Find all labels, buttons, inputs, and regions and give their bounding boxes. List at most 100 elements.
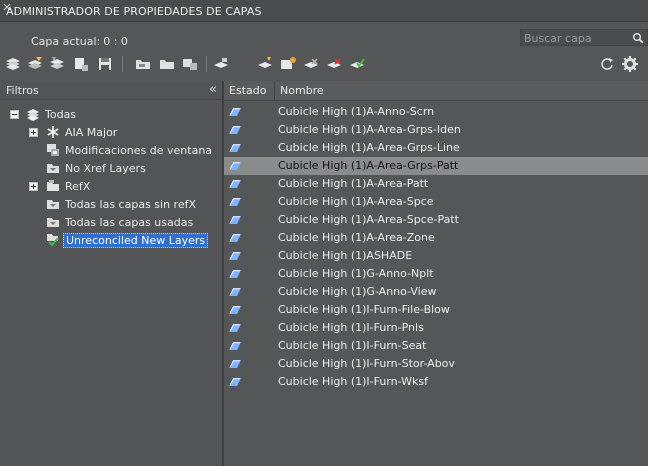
collapse-panel-icon[interactable]: « (209, 82, 217, 97)
tree-item-label: Todas las capas sin refX (65, 198, 197, 211)
layer-row[interactable]: Cubicle High (1)A-Area-Patt (224, 175, 648, 193)
new-group-filter-icon[interactable] (26, 55, 44, 73)
layer-row[interactable]: Cubicle High (1)G-Anno-Nplt (224, 265, 648, 283)
toolbar-separator (122, 56, 123, 72)
column-header-nombre[interactable]: Nombre (280, 84, 324, 97)
layer-name: Cubicle High (1)I-Furn-File-Blow (278, 303, 450, 316)
layer-name: Cubicle High (1)I-Furn-Seat (278, 339, 427, 352)
title-bar: ADMINISTRADOR DE PROPIEDADES DE CAPAS (0, 0, 648, 22)
current-layer-value: 0 : 0 (103, 35, 128, 48)
layer-name: Cubicle High (1)I-Furn-Stor-Abov (278, 357, 455, 370)
layer-filter-icon (47, 200, 59, 209)
layer-row[interactable]: Cubicle High (1)ASHADE (224, 247, 648, 265)
layer-row[interactable]: Cubicle High (1)I-Furn-Wksf (224, 373, 648, 391)
layer-row[interactable]: Cubicle High (1)A-Anno-Scrn (224, 103, 648, 121)
new-layer-vp-frozen-icon[interactable] (279, 55, 297, 73)
layer-row[interactable]: Cubicle High (1)A-Area-Spce-Patt (224, 211, 648, 229)
layer-row[interactable]: Cubicle High (1)A-Area-Spce (224, 193, 648, 211)
layer-name: Cubicle High (1)A-Area-Spce-Patt (278, 213, 459, 226)
layer-status-icon[interactable] (228, 125, 242, 135)
window-title: ADMINISTRADOR DE PROPIEDADES DE CAPAS (6, 5, 262, 18)
layer-filter-icon (47, 164, 59, 173)
tree-item-unreconciled-new-layers[interactable]: Unreconciled New Layers (0, 232, 222, 249)
layer-name: Cubicle High (1)A-Area-Patt (278, 177, 429, 190)
layer-row[interactable]: Cubicle High (1)A-Area-Grps-Line (224, 139, 648, 157)
collapse-toggle-icon[interactable] (10, 110, 19, 119)
tree-item-label: Todas las capas usadas (65, 216, 194, 229)
xref-folder-icon (47, 180, 59, 191)
tree-item-label: RefX (65, 180, 91, 193)
layer-row[interactable]: Cubicle High (1)I-Furn-Stor-Abov (224, 355, 648, 373)
set-current-icon[interactable] (348, 55, 366, 73)
layer-translate-icon[interactable] (181, 55, 199, 73)
layer-status-icon[interactable] (228, 323, 242, 333)
tree-item-refx[interactable]: RefX (0, 178, 222, 195)
layer-status-icon[interactable] (228, 287, 242, 297)
tree-item-no-xref-layers[interactable]: No Xref Layers (0, 160, 222, 177)
layer-row[interactable]: Cubicle High (1)G-Anno-View (224, 283, 648, 301)
layer-name: Cubicle High (1)G-Anno-Nplt (278, 267, 434, 280)
layer-status-icon[interactable] (228, 377, 242, 387)
layer-status-icon[interactable] (228, 143, 242, 153)
layer-status-icon[interactable] (228, 269, 242, 279)
tree-item-label: No Xref Layers (65, 162, 146, 175)
layer-settings-icon[interactable] (72, 55, 90, 73)
layer-states-icon[interactable] (48, 55, 66, 73)
new-layer-icon[interactable] (256, 55, 274, 73)
settings-gear-icon[interactable] (621, 55, 639, 73)
tree-item-label: AIA Major (65, 126, 118, 139)
folder-icon[interactable] (158, 55, 176, 73)
tree-item-label-selected: Unreconciled New Layers (63, 233, 209, 248)
filters-header: Filtros « (0, 81, 222, 100)
layer-status-icon[interactable] (228, 305, 242, 315)
layer-status-icon[interactable] (228, 215, 242, 225)
refresh-icon[interactable] (598, 55, 616, 73)
layer-row[interactable]: Cubicle High (1)A-Area-Grps-Iden (224, 121, 648, 139)
grid-header: Estado Nombre (224, 81, 648, 101)
layer-row[interactable]: Cubicle High (1)A-Area-Grps-Patt (224, 157, 648, 175)
layer-name: Cubicle High (1)I-Furn-Wksf (278, 375, 429, 388)
tree-item-aia-major[interactable]: AIA Major (0, 124, 222, 141)
search-box[interactable] (520, 29, 648, 46)
layer-status-icon[interactable] (228, 359, 242, 369)
tree-item-label: Todas (45, 108, 77, 121)
tree-item-todas-las-capas-usadas[interactable]: Todas las capas usadas (0, 214, 222, 231)
column-separator[interactable] (274, 81, 275, 101)
open-folder-icon[interactable] (134, 55, 152, 73)
new-property-filter-icon[interactable] (4, 55, 22, 73)
tree-item-todas-las-capas-sin-refx[interactable]: Todas las capas sin refX (0, 196, 222, 213)
layer-status-icon[interactable] (228, 179, 242, 189)
search-icon[interactable] (632, 32, 644, 44)
layer-status-icon[interactable] (228, 251, 242, 261)
expand-toggle-icon[interactable] (29, 128, 38, 137)
layer-row[interactable]: Cubicle High (1)I-Furn-Seat (224, 337, 648, 355)
layer-status-icon[interactable] (228, 161, 242, 171)
tree-item-label: Modificaciones de ventana (65, 144, 213, 157)
layer-status-icon[interactable] (228, 341, 242, 351)
search-input[interactable] (524, 31, 632, 45)
tree-item-modificaciones-de-ventana[interactable]: Modificaciones de ventana (0, 142, 222, 159)
layer-row[interactable]: Cubicle High (1)I-Furn-File-Blow (224, 301, 648, 319)
layer-status-icon[interactable] (228, 107, 242, 117)
delete-layer-icon[interactable] (302, 55, 320, 73)
tree-item-todas[interactable]: Todas (0, 106, 222, 123)
delete-layer-red-icon[interactable] (325, 55, 343, 73)
layer-status-icon[interactable] (228, 197, 242, 207)
layers-stack-icon (27, 109, 39, 121)
layer-list-icon[interactable] (212, 55, 230, 73)
layer-status-icon[interactable] (228, 233, 242, 243)
unreconciled-filter-icon (47, 234, 59, 247)
layer-name: Cubicle High (1)A-Area-Grps-Iden (278, 123, 461, 136)
filters-panel: Filtros « Todas AIA Major Modificaciones… (0, 81, 222, 466)
filters-header-label: Filtros (6, 84, 39, 97)
layer-name: Cubicle High (1)I-Furn-Pnls (278, 321, 424, 334)
column-header-estado[interactable]: Estado (229, 84, 266, 97)
expand-toggle-icon[interactable] (29, 182, 38, 191)
current-layer-readout: Capa actual: 0 : 0 (31, 35, 131, 48)
layer-row[interactable]: Cubicle High (1)I-Furn-Pnls (224, 319, 648, 337)
layer-name: Cubicle High (1)ASHADE (278, 249, 413, 262)
layer-grid: Estado Nombre Cubicle High (1)A-Anno-Scr… (224, 81, 648, 466)
save-icon[interactable] (96, 55, 114, 73)
layer-name: Cubicle High (1)A-Area-Grps-Line (278, 141, 460, 154)
layer-row[interactable]: Cubicle High (1)A-Area-Zone (224, 229, 648, 247)
